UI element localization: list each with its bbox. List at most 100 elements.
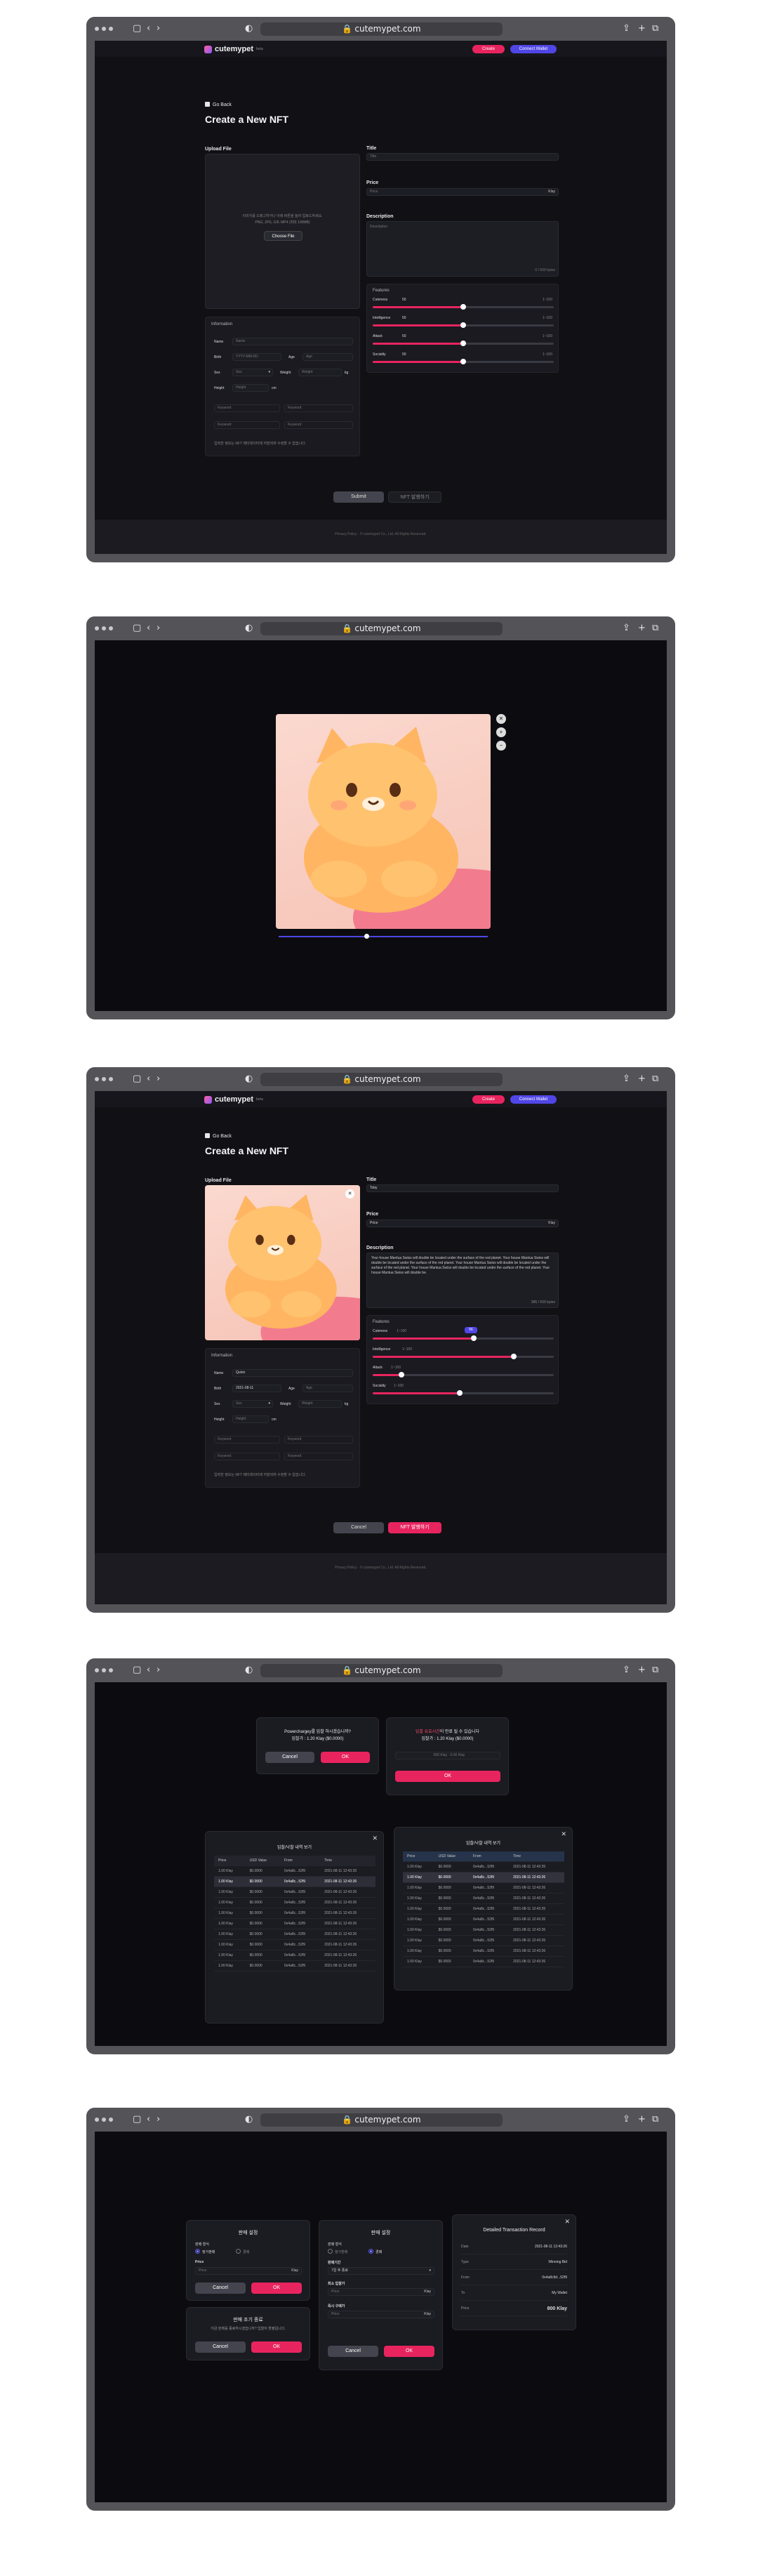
window-controls[interactable] [95,27,113,31]
address-bar[interactable]: 🔒 cutemypet.com [260,22,503,36]
site-logo[interactable]: cutemypet beta [204,45,263,53]
sidebar-icon[interactable]: ▢ [133,622,141,635]
keyword-input-3[interactable]: Keyword [214,421,280,429]
sale-type-fixed-radio[interactable]: 정가판매 [328,2249,347,2254]
table-row[interactable]: 1.00 Klay $0.0000 0x4a8c...52f9 2021-08-11 … [214,1865,375,1877]
new-tab-icon[interactable]: + [638,1073,646,1085]
sex-select[interactable]: Sex ▾ [232,369,273,376]
create-button[interactable]: Create [472,45,505,53]
sale-type-auction-radio[interactable]: 경매 [368,2249,382,2254]
height-input[interactable]: Height [232,1415,269,1423]
table-row[interactable]: 1.00 Klay $0.0000 0x4a8c...52f9 2021-08-11 … [403,1914,564,1925]
description-textarea[interactable]: Your house Mantua Swiss will double be l… [366,1253,559,1308]
connect-wallet-button[interactable]: Connect Wallet [510,1095,557,1104]
create-button[interactable]: Create [472,1095,505,1104]
share-icon[interactable]: ⇪ [623,2113,630,2126]
back-icon[interactable]: ‹ [147,2113,150,2126]
slider-thumb[interactable] [460,341,466,346]
close-icon[interactable]: ✕ [561,1830,566,1838]
back-icon[interactable]: ‹ [147,1073,150,1085]
title-input[interactable]: Title [366,153,559,161]
cancel-button[interactable]: Cancel [333,1522,384,1533]
forward-icon[interactable]: › [157,2113,160,2126]
upload-dropzone[interactable]: 이미지를 드래그하거나 아래 버튼을 눌러 업로드하세요. PNG, JPG, … [205,154,360,309]
table-row[interactable]: 1.00 Klay $0.0000 0x4a8c...52f9 2021-08-11 … [403,1872,564,1883]
table-row[interactable]: 1.00 Klay $0.0000 0x4a8c...52f9 2021-08-11 … [403,1903,564,1915]
close-icon[interactable]: ✕ [496,714,506,724]
birth-input[interactable]: 2021-08-11 [232,1385,281,1392]
back-icon[interactable]: ‹ [147,622,150,635]
cancel-button[interactable]: Cancel [328,2346,378,2357]
weight-input[interactable]: Weight [298,1400,342,1408]
sidebar-icon[interactable]: ▢ [133,22,141,35]
tabs-icon[interactable]: ⧉ [652,2113,658,2126]
ok-button[interactable]: OK [321,1752,370,1763]
table-row[interactable]: 1.00 Klay $0.0000 0x4a8c...52f9 2021-08-11 … [214,1897,375,1908]
image-zoom-track[interactable] [279,934,488,939]
address-bar[interactable]: 🔒 cutemypet.com [260,2113,503,2127]
sale-period-select[interactable]: 7일 후 종료 ▾ [328,2267,434,2275]
sale-price-input[interactable]: Price Klay [195,2267,302,2275]
ok-button[interactable]: OK [251,2283,302,2294]
address-bar[interactable]: 🔒 cutemypet.com [260,622,503,635]
choose-file-button[interactable]: Choose File [264,231,302,241]
sale-type-auction-radio[interactable]: 경매 [236,2249,249,2254]
zoom-in-icon[interactable]: + [496,727,506,737]
sex-select[interactable]: Sex ▾ [232,1400,273,1408]
share-icon[interactable]: ⇪ [623,622,630,635]
table-row[interactable]: 1.00 Klay $0.0000 0x4a8c...52f9 2021-08-11 … [403,1946,564,1957]
slider-thumb[interactable] [460,359,466,364]
sociality-slider[interactable] [373,359,554,364]
attack-slider[interactable] [373,1372,554,1378]
keyword-input-2[interactable]: Keyword [284,404,353,412]
title-input[interactable]: Toby [366,1184,559,1192]
window-controls[interactable] [95,2118,113,2122]
description-textarea[interactable]: Description 0 / 500 bytes [366,221,559,277]
keyword-input-4[interactable]: Keyword [284,421,353,429]
new-tab-icon[interactable]: + [638,22,646,35]
keyword-input-1[interactable]: Keyword [214,404,280,412]
cancel-button[interactable]: Submit [333,491,384,503]
connect-wallet-button[interactable]: Connect Wallet [510,45,557,53]
forward-icon[interactable]: › [157,1073,160,1085]
weight-input[interactable]: Weight [298,369,342,376]
ok-button[interactable]: OK [395,1771,500,1782]
sociality-slider[interactable] [373,1390,554,1396]
back-icon[interactable]: ‹ [147,1664,150,1677]
age-input[interactable]: Age [302,353,353,361]
forward-icon[interactable]: › [157,622,160,635]
share-icon[interactable]: ⇪ [623,1073,630,1085]
keyword-input-3[interactable]: Keyword [214,1453,280,1460]
bid-amount-field[interactable]: 000 Klay · 0.00 Klay [395,1752,500,1759]
tabs-icon[interactable]: ⧉ [652,1664,658,1677]
cancel-button[interactable]: Cancel [195,2341,246,2353]
address-bar[interactable]: 🔒 cutemypet.com [260,1664,503,1677]
cancel-button[interactable]: Cancel [195,2283,246,2294]
cancel-button[interactable]: Cancel [265,1752,314,1763]
close-icon[interactable]: ✕ [564,2218,570,2226]
table-row[interactable]: 1.00 Klay $0.0000 0x4a8c...52f9 2021-08-11 … [214,1918,375,1929]
submit-alt-button[interactable]: NFT 발행하기 [388,491,441,503]
go-back-link[interactable]: Go Back [205,1133,232,1139]
keyword-input-2[interactable]: Keyword [284,1436,353,1444]
table-row[interactable]: 1.00 Klay $0.0000 0x4a8c...52f9 2021-08-11 … [403,1882,564,1894]
mint-nft-button[interactable]: NFT 발행하기 [388,1522,441,1533]
intelligence-slider[interactable] [373,1354,554,1359]
table-row[interactable]: 1.00 Klay $0.0000 0x4a8c...52f9 2021-08-11 … [403,1861,564,1872]
table-row[interactable]: 1.00 Klay $0.0000 0x4a8c...52f9 2021-08-11 … [214,1960,375,1971]
birth-input[interactable]: YYYY-MM-DD [232,353,281,361]
slider-thumb[interactable] [399,1372,405,1378]
close-icon[interactable]: ✕ [372,1835,378,1842]
cuteness-slider[interactable] [373,304,554,310]
slider-thumb[interactable] [460,322,466,328]
keyword-input-1[interactable]: Keyword [214,1436,280,1444]
window-controls[interactable] [95,1668,113,1672]
price-input[interactable]: Price Klay [366,1220,559,1227]
min-bid-input[interactable]: Price Klay [328,2288,434,2296]
table-row[interactable]: 1.00 Klay $0.0000 0x4a8c...52f9 2021-08-11 … [403,1956,564,1967]
table-row[interactable]: 1.00 Klay $0.0000 0x4a8c...52f9 2021-08-11 … [214,1876,375,1887]
slider-thumb[interactable] [471,1335,477,1341]
zoom-out-icon[interactable]: − [496,741,506,751]
slider-thumb[interactable] [460,304,466,310]
table-row[interactable]: 1.00 Klay $0.0000 0x4a8c...52f9 2021-08-11 … [214,1887,375,1898]
